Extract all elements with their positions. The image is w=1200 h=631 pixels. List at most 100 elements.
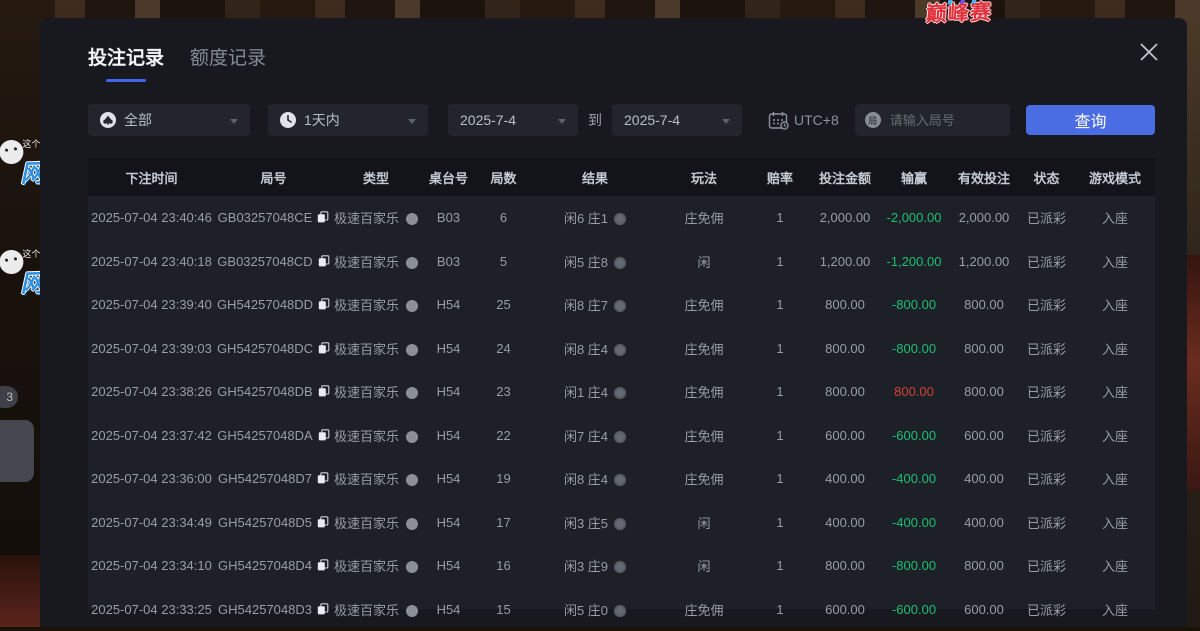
game-id-text: GH54257048D4 — [218, 558, 312, 573]
copy-icon[interactable] — [317, 472, 329, 484]
cell-odds: 1 — [748, 283, 812, 327]
copy-icon[interactable] — [318, 255, 330, 267]
cell-win-loss: -600.00 — [878, 588, 950, 631]
game-type-text: 极速百家乐 — [334, 429, 399, 444]
cell-status: 已派彩 — [1018, 588, 1075, 631]
cell-type: 极速百家乐 — [332, 283, 420, 327]
cell-rounds: 15 — [477, 588, 530, 631]
cell-bet-amount: 400.00 — [812, 457, 878, 501]
cell-rounds: 17 — [477, 501, 530, 545]
cell-game-id: GH54257048DC — [215, 327, 332, 371]
cell-win-loss: -400.00 — [878, 501, 950, 545]
cell-win-loss: -800.00 — [878, 283, 950, 327]
cell-bet-time: 2025-07-04 23:40:18 — [88, 240, 215, 284]
game-type-dropdown[interactable]: 全部 — [88, 104, 250, 136]
cell-type: 极速百家乐 — [332, 196, 420, 240]
result-cards-icon[interactable] — [614, 257, 626, 269]
time-range-value: 1天内 — [304, 110, 340, 130]
result-cards-icon[interactable] — [614, 431, 626, 443]
cell-win-loss: -800.00 — [878, 327, 950, 371]
cell-bet-time: 2025-07-04 23:39:03 — [88, 327, 215, 371]
game-type-value: 全部 — [124, 110, 152, 130]
tab-quota-records[interactable]: 额度记录 — [190, 43, 266, 82]
cell-bet-time: 2025-07-04 23:33:25 — [88, 588, 215, 631]
cell-game-mode: 入座 — [1075, 501, 1155, 545]
cell-table-no: H54 — [420, 414, 477, 458]
date-to-dropdown[interactable]: 2025-7-4 — [612, 104, 742, 136]
clock-icon — [280, 112, 296, 128]
col-header-result: 结果 — [530, 158, 660, 196]
copy-icon[interactable] — [317, 516, 329, 528]
filter-bar: 全部 1天内 2025-7-4 到 2025-7-4 — [88, 104, 1155, 136]
cell-game-id: GH54257048D5 — [215, 501, 332, 545]
tab-bar: 投注记录 额度记录 — [88, 43, 266, 82]
live-video-icon — [406, 518, 418, 530]
cell-status: 已派彩 — [1018, 327, 1075, 371]
cell-rounds: 22 — [477, 414, 530, 458]
live-video-icon — [406, 431, 418, 443]
result-cards-icon[interactable] — [614, 605, 626, 617]
copy-icon[interactable] — [317, 559, 329, 571]
col-header-bet-amount: 投注金额 — [812, 158, 878, 196]
col-header-table-no: 桌台号 — [420, 158, 477, 196]
cell-type: 极速百家乐 — [332, 414, 420, 458]
query-button[interactable]: 查询 — [1026, 105, 1155, 135]
time-range-dropdown[interactable]: 1天内 — [268, 104, 428, 136]
date-from-dropdown[interactable]: 2025-7-4 — [448, 104, 578, 136]
cell-table-no: H54 — [420, 370, 477, 414]
bet-records-table: 下注时间 局号 类型 桌台号 局数 结果 玩法 赔率 投注金额 输赢 有效投注 … — [88, 158, 1155, 631]
table-body: 2025-07-04 23:40:46 GB03257048CE 极速百家乐 B… — [88, 196, 1155, 631]
cell-win-loss: -600.00 — [878, 414, 950, 458]
cell-play-type: 庄免佣 — [660, 414, 748, 458]
table-row: 2025-07-04 23:38:26 GH54257048DB 极速百家乐 H… — [88, 370, 1155, 414]
cell-bet-amount: 800.00 — [812, 327, 878, 371]
cell-status: 已派彩 — [1018, 370, 1075, 414]
cell-bet-time: 2025-07-04 23:34:10 — [88, 544, 215, 588]
copy-icon[interactable] — [318, 298, 330, 310]
cell-result: 闲8 庄4 — [530, 457, 660, 501]
game-type-text: 极速百家乐 — [334, 472, 399, 487]
close-icon[interactable] — [1137, 40, 1161, 64]
result-text: 闲3 庄5 — [564, 516, 608, 531]
result-cards-icon[interactable] — [614, 518, 626, 530]
round-id-icon: 局 — [865, 112, 881, 128]
cell-play-type: 庄免佣 — [660, 588, 748, 631]
live-video-icon — [406, 387, 418, 399]
result-text: 闲8 庄4 — [564, 342, 608, 357]
win-loss-value: -600.00 — [892, 428, 936, 443]
game-id-search: 局 — [855, 104, 1010, 136]
col-header-game-id: 局号 — [215, 158, 332, 196]
cell-win-loss: -400.00 — [878, 457, 950, 501]
cell-table-no: B03 — [420, 196, 477, 240]
copy-icon[interactable] — [317, 603, 329, 615]
result-cards-icon[interactable] — [614, 344, 626, 356]
cell-status: 已派彩 — [1018, 414, 1075, 458]
cell-result: 闲5 庄0 — [530, 588, 660, 631]
result-cards-icon[interactable] — [614, 387, 626, 399]
game-id-search-input[interactable] — [888, 112, 1000, 129]
result-cards-icon[interactable] — [614, 213, 626, 225]
cell-type: 极速百家乐 — [332, 457, 420, 501]
copy-icon[interactable] — [318, 385, 330, 397]
live-video-icon — [406, 300, 418, 312]
cell-result: 闲6 庄1 — [530, 196, 660, 240]
cell-bet-time: 2025-07-04 23:40:46 — [88, 196, 215, 240]
copy-icon[interactable] — [317, 211, 329, 223]
result-cards-icon[interactable] — [614, 474, 626, 486]
cell-result: 闲1 庄4 — [530, 370, 660, 414]
result-cards-icon[interactable] — [614, 300, 626, 312]
cell-rounds: 23 — [477, 370, 530, 414]
copy-icon[interactable] — [318, 342, 330, 354]
result-cards-icon[interactable] — [614, 561, 626, 573]
result-text: 闲8 庄4 — [564, 472, 608, 487]
cell-game-id: GH54257048D4 — [215, 544, 332, 588]
cell-result: 闲3 庄9 — [530, 544, 660, 588]
cell-game-mode: 入座 — [1075, 327, 1155, 371]
cell-win-loss: 800.00 — [878, 370, 950, 414]
col-header-win-loss: 输赢 — [878, 158, 950, 196]
tab-bet-records[interactable]: 投注记录 — [88, 43, 164, 82]
game-id-text: GH54257048DD — [217, 297, 313, 312]
col-header-status: 状态 — [1018, 158, 1075, 196]
result-text: 闲1 庄4 — [564, 385, 608, 400]
copy-icon[interactable] — [318, 429, 330, 441]
